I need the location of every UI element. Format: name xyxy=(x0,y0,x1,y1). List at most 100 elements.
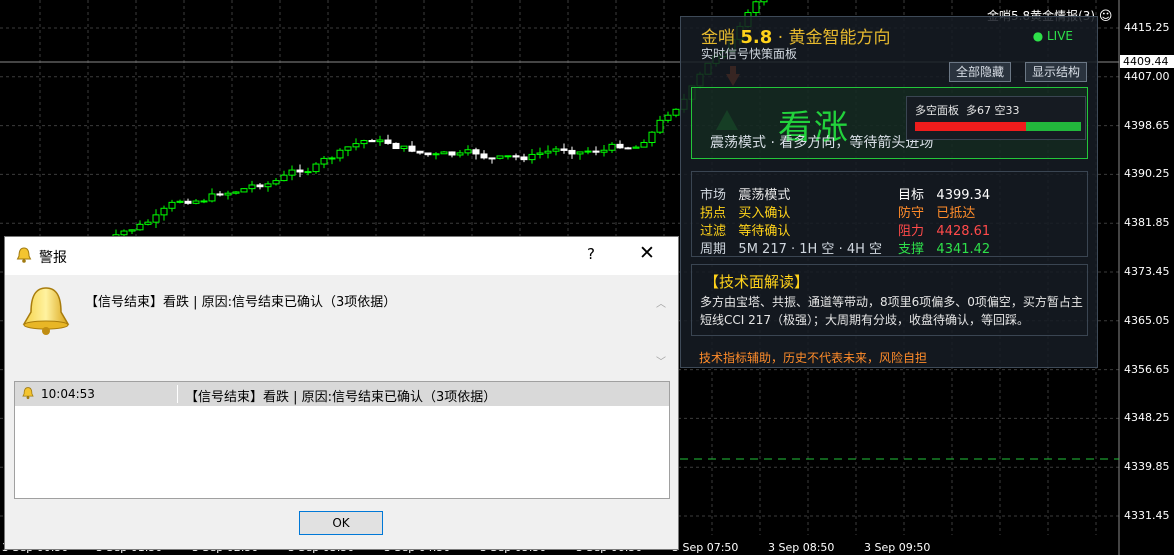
list-item-time: 10:04:53 xyxy=(41,387,95,401)
info-box: 市场 震荡模式 拐点 买入确认 过滤 等待确认 周期 5M 217 · 1H 空… xyxy=(691,171,1088,257)
info-support: 支撑 4341.42 xyxy=(898,238,990,257)
candle-body xyxy=(600,149,608,153)
candle-body xyxy=(552,148,560,152)
price-tick-label: 4398.65 xyxy=(1124,118,1170,132)
candle-body xyxy=(448,151,456,156)
candle-body xyxy=(400,145,408,150)
candle-body xyxy=(184,200,192,204)
candle-body xyxy=(376,139,384,143)
candle-body xyxy=(504,155,512,158)
candle-body xyxy=(664,114,672,121)
candle-body xyxy=(368,140,376,143)
candle-body xyxy=(120,230,128,236)
candle-body xyxy=(752,1,760,14)
dialog-body: 【信号结束】看跌 | 原因:信号结束已确认（3项依据） ︿ ﹀ 10:04:53… xyxy=(5,275,678,549)
candle-body xyxy=(216,193,224,196)
panel-subtitle: 实时信号快策面板 xyxy=(701,47,798,61)
alert-list[interactable]: 10:04:53 【信号结束】看跌 | 原因:信号结束已确认（3项依据） xyxy=(14,381,670,499)
candle-body xyxy=(408,145,416,152)
resistance-value: 4428.61 xyxy=(936,224,991,239)
candle-body xyxy=(432,153,440,156)
candle-body xyxy=(424,152,432,156)
pivot-value: 买入确认 xyxy=(738,206,791,221)
info-market: 市场 震荡模式 xyxy=(700,184,790,203)
signal-box: 看涨 震荡模式 · 看多方向，等待箭头进场 多空面板 多67 空33 xyxy=(691,87,1088,159)
support-label: 支撑 xyxy=(898,242,925,257)
candle-body xyxy=(256,184,264,188)
candle-body xyxy=(456,152,464,156)
candle-body xyxy=(264,183,272,188)
candle-body xyxy=(360,140,368,145)
current-price-tag: 4409.44 xyxy=(1120,55,1174,68)
scroll-up-icon[interactable]: ︿ xyxy=(656,295,666,310)
scroll-down-icon[interactable]: ﹀ xyxy=(656,353,666,368)
candle-body xyxy=(632,146,640,149)
candle-body xyxy=(584,150,592,153)
candle-body xyxy=(480,153,488,159)
candle-body xyxy=(512,155,520,158)
alert-message: 【信号结束】看跌 | 原因:信号结束已确认（3项依据） xyxy=(85,295,397,310)
candle-body xyxy=(352,143,360,148)
candle-body xyxy=(136,223,144,231)
tech-line-2: 短线CCI 217（极强）；大周期有分歧，收盘待确认，等回踩。 xyxy=(700,313,1030,327)
hide-all-button[interactable]: 全部隐藏 xyxy=(949,62,1012,82)
candle-body xyxy=(656,119,664,133)
help-button[interactable]: ? xyxy=(587,245,595,263)
candle-body xyxy=(536,152,544,155)
candle-body xyxy=(464,149,472,154)
candle-body xyxy=(128,229,136,232)
candle-body xyxy=(568,149,576,155)
list-item[interactable]: 10:04:53 【信号结束】看跌 | 原因:信号结束已确认（3项依据） xyxy=(15,382,669,406)
ok-button[interactable]: OK xyxy=(299,511,383,535)
candle-body xyxy=(336,149,344,159)
info-resistance: 阻力 4428.61 xyxy=(898,220,990,239)
candle-body xyxy=(312,163,320,173)
tech-text: 多方由宝塔、共振、通道等带动，8项里6项偏多、0项偏空，买方暂占主 短线CCI … xyxy=(700,293,1120,329)
price-tick-label: 4415.25 xyxy=(1124,21,1170,34)
time-tick-label: 3 Sep 08:50 xyxy=(768,541,835,554)
period-value: 5M 217 · 1H 空 · 4H 空 xyxy=(738,242,883,257)
tech-title: 【技术面解读】 xyxy=(704,273,810,291)
market-label: 市场 xyxy=(700,188,727,203)
time-tick-label: 3 Sep 09:50 xyxy=(864,541,931,554)
candle-body xyxy=(592,150,600,153)
candle-body xyxy=(488,157,496,160)
candle-body xyxy=(392,142,400,150)
long-value: 多67 xyxy=(966,104,991,117)
info-defense: 防守 已抵达 xyxy=(898,202,975,221)
show-structure-button[interactable]: 显示结构 xyxy=(1025,62,1088,82)
candle-body xyxy=(272,180,280,185)
smiley-icon: ☺ xyxy=(1098,9,1113,24)
candle-body xyxy=(288,169,296,176)
candle-body xyxy=(440,151,448,155)
market-value: 震荡模式 xyxy=(738,188,791,203)
short-value: 空33 xyxy=(994,104,1020,117)
target-value: 4399.34 xyxy=(936,188,991,203)
candle-body xyxy=(280,174,288,182)
candle-body xyxy=(616,143,624,149)
candle-body xyxy=(496,155,504,159)
info-pivot: 拐点 买入确认 xyxy=(700,202,790,221)
candle-body xyxy=(520,156,528,161)
signal-panel: 金哨 5.8 · 黄金智能方向 实时信号快策面板 ● LIVE 全部隐藏 显示结… xyxy=(680,16,1098,368)
filter-value: 等待确认 xyxy=(738,224,791,239)
long-short-title: 多空面板 xyxy=(915,104,959,117)
long-short-box: 多空面板 多67 空33 xyxy=(906,96,1086,140)
mode-text: 震荡模式 · 看多方向，等待箭头进场 xyxy=(710,135,934,151)
message-scrollbar[interactable]: ︿ ﹀ xyxy=(653,293,671,373)
candle-body xyxy=(224,192,232,196)
time-tick-label: 3 Sep 07:50 xyxy=(672,541,739,554)
candle-body xyxy=(672,108,680,116)
dialog-titlebar[interactable]: 警报 ? ✕ xyxy=(5,237,678,275)
tech-line-1: 多方由宝塔、共振、通道等带动，8项里6项偏多、0项偏空，买方暂占主 xyxy=(700,295,1083,309)
price-tick-label: 4381.85 xyxy=(1124,216,1170,230)
candle-body xyxy=(160,207,168,216)
target-label: 目标 xyxy=(898,188,925,203)
info-filter: 过滤 等待确认 xyxy=(700,220,790,239)
price-tick-label: 4390.25 xyxy=(1124,167,1170,181)
close-button[interactable]: ✕ xyxy=(639,242,655,264)
candle-body xyxy=(608,143,616,151)
long-short-bar-long xyxy=(915,122,1027,131)
info-period: 周期 5M 217 · 1H 空 · 4H 空 xyxy=(700,238,882,257)
price-tick-label: 4331.45 xyxy=(1124,509,1170,522)
